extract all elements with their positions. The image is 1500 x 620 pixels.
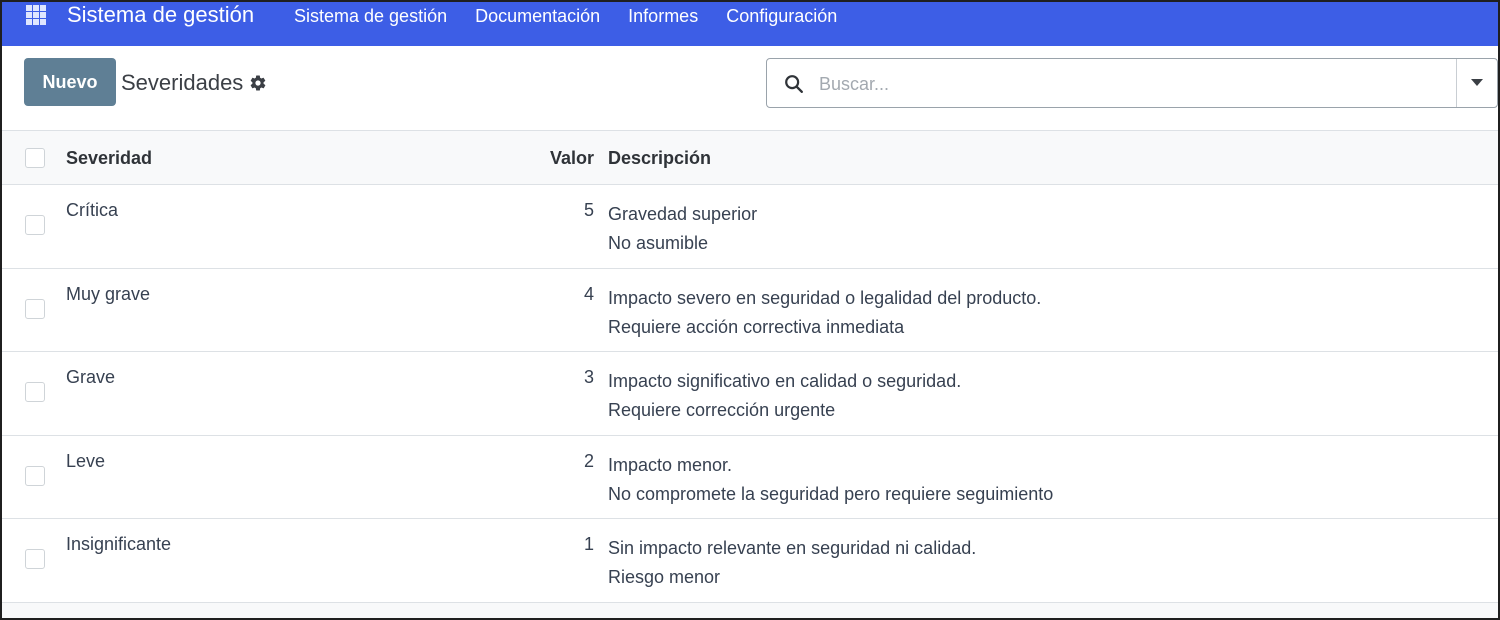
description-line: Gravedad superior <box>608 204 758 224</box>
cell-descripcion: Impacto menor. No compromete la segurida… <box>608 451 1053 509</box>
table-row[interactable]: Grave 3 Impacto significativo en calidad… <box>2 352 1498 436</box>
search-divider <box>1456 59 1457 107</box>
list-table: Severidad Valor Descripción Crítica 5 Gr… <box>2 131 1498 618</box>
description-line: Sin impacto relevante en seguridad ni ca… <box>608 538 977 558</box>
row-checkbox[interactable] <box>25 215 45 235</box>
table-row[interactable]: Leve 2 Impacto menor. No compromete la s… <box>2 435 1498 519</box>
cell-descripcion: Impacto significativo en calidad o segur… <box>608 367 961 425</box>
table-row[interactable]: Crítica 5 Gravedad superior No asumible <box>2 185 1498 269</box>
cell-descripcion: Impacto severo en seguridad o legalidad … <box>608 284 1041 342</box>
menu-item-configuracion[interactable]: Configuración <box>712 2 851 46</box>
description-line: Impacto severo en seguridad o legalidad … <box>608 287 1042 308</box>
cell-descripcion: Sin impacto relevante en seguridad ni ca… <box>608 534 976 592</box>
cell-valor: 5 <box>583 200 594 220</box>
description-line: No compromete la seguridad pero requiere… <box>608 483 1054 504</box>
row-checkbox[interactable] <box>25 465 45 486</box>
search-icon <box>785 75 803 93</box>
table-footer <box>2 602 1498 618</box>
table-header: Severidad Valor Descripción <box>2 131 1498 185</box>
top-menu: Sistema de gestión Documentación Informe… <box>280 2 851 46</box>
app-brand[interactable]: Sistema de gestión <box>67 2 254 28</box>
search-input[interactable] <box>819 71 1439 97</box>
caret-down-icon[interactable] <box>1471 79 1483 86</box>
search-box <box>766 58 1498 108</box>
description-line: No asumible <box>608 233 709 253</box>
cell-severidad: Grave <box>66 367 116 387</box>
cell-severidad: Muy grave <box>66 283 151 304</box>
column-header-descripcion[interactable]: Descripción <box>608 148 711 169</box>
table-row[interactable]: Muy grave 4 Impacto severo en seguridad … <box>2 268 1498 352</box>
apps-grid-icon[interactable] <box>26 5 48 25</box>
description-line: Impacto menor. <box>608 454 733 475</box>
cell-valor: 3 <box>583 367 594 387</box>
top-navbar: Sistema de gestión Sistema de gestión Do… <box>2 2 1498 46</box>
description-line: Requiere corrección urgente <box>608 400 836 420</box>
page-title: Severidades <box>121 70 267 96</box>
description-line: Riesgo menor <box>608 567 721 587</box>
row-checkbox[interactable] <box>25 549 45 569</box>
window-frame: Sistema de gestión Sistema de gestión Do… <box>0 0 1500 620</box>
menu-item-sistema-de-gestion[interactable]: Sistema de gestión <box>280 2 461 46</box>
description-line: Impacto significativo en calidad o segur… <box>608 371 962 391</box>
cell-descripcion: Gravedad superior No asumible <box>608 200 757 258</box>
column-header-valor[interactable]: Valor <box>550 148 594 169</box>
cell-severidad: Leve <box>66 450 106 471</box>
cell-severidad: Insignificante <box>66 534 172 554</box>
table-row[interactable]: Insignificante 1 Sin impacto relevante e… <box>2 519 1498 603</box>
select-all-checkbox[interactable] <box>25 148 45 168</box>
cell-valor: 2 <box>583 450 594 471</box>
cell-severidad: Crítica <box>66 200 119 220</box>
cell-valor: 4 <box>583 283 594 304</box>
row-checkbox[interactable] <box>25 382 45 402</box>
gear-icon[interactable] <box>249 74 267 92</box>
row-checkbox[interactable] <box>25 298 45 319</box>
cell-valor: 1 <box>583 534 594 554</box>
menu-item-informes[interactable]: Informes <box>614 2 712 46</box>
menu-item-documentacion[interactable]: Documentación <box>461 2 614 46</box>
column-header-severidad[interactable]: Severidad <box>66 148 152 169</box>
description-line: Requiere acción correctiva inmediata <box>608 316 905 337</box>
new-button[interactable]: Nuevo <box>24 58 116 106</box>
page-title-text: Severidades <box>121 70 244 95</box>
